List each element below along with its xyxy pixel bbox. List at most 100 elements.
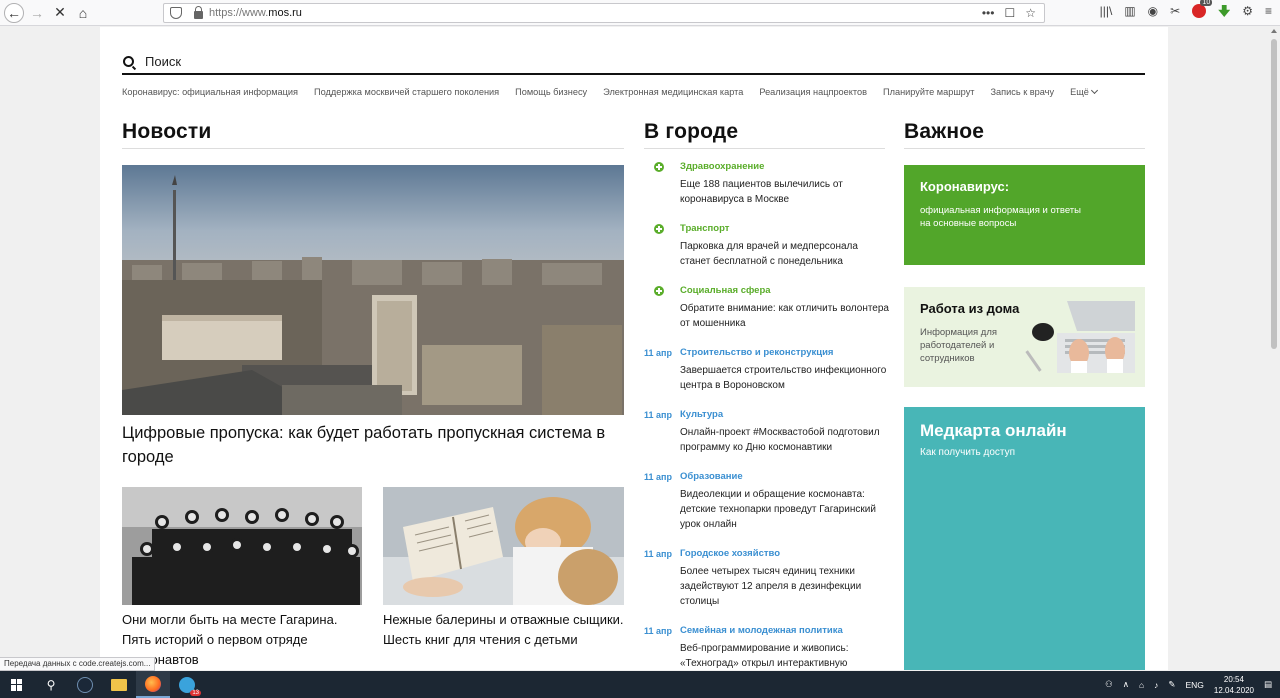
- screenshot-icon[interactable]: ✂: [1170, 4, 1180, 18]
- city-news-list: Здравоохранение Еще 188 пациентов вылечи…: [644, 161, 889, 670]
- menu-icon[interactable]: ≡: [1265, 4, 1272, 18]
- city-news-item[interactable]: 11 апр Семейная и молодежная политика Ве…: [644, 625, 889, 670]
- medcard-online-desc: Как получить доступ: [920, 447, 1015, 458]
- home-button[interactable]: ⌂: [73, 3, 93, 23]
- language-indicator[interactable]: ENG: [1186, 680, 1204, 690]
- network-icon[interactable]: ⌂: [1139, 680, 1144, 690]
- page-actions-icon[interactable]: •••: [982, 6, 995, 20]
- city-news-item[interactable]: Социальная сфера Обратите внимание: как …: [644, 285, 889, 331]
- address-bar[interactable]: https://www.mos.ru ••• ☐ ☆: [163, 3, 1045, 23]
- download-extension-icon[interactable]: [1218, 5, 1231, 17]
- pen-tray-icon[interactable]: ✎: [1168, 679, 1175, 690]
- windows-logo-icon: [11, 678, 23, 691]
- city-news-text[interactable]: Еще 188 пациентов вылечились от коронави…: [680, 177, 889, 207]
- city-heading[interactable]: В городе: [644, 120, 738, 144]
- quicklink-elderly-support[interactable]: Поддержка москвичей старшего поколения: [314, 87, 499, 97]
- city-news-category[interactable]: Транспорт: [680, 223, 889, 234]
- medcard-online-card[interactable]: Медкарта онлайн Как получить доступ: [904, 407, 1145, 670]
- city-news-item[interactable]: Здравоохранение Еще 188 пациентов вылечи…: [644, 161, 889, 207]
- pocket-icon[interactable]: ☐: [1004, 6, 1015, 20]
- city-news-category[interactable]: Культура: [680, 409, 889, 420]
- city-news-item[interactable]: 11 апр Культура Онлайн-проект #Москвасто…: [644, 409, 889, 455]
- clock-time: 20:54: [1223, 674, 1244, 684]
- city-news-category[interactable]: Городское хозяйство: [680, 548, 889, 559]
- search-input[interactable]: Поиск: [145, 54, 181, 69]
- back-button[interactable]: ←: [4, 2, 24, 23]
- quicklink-coronavirus[interactable]: Коронавирус: официальная информация: [122, 87, 298, 97]
- plus-circle-icon: [654, 224, 664, 234]
- stop-button[interactable]: ✕: [50, 3, 70, 23]
- notifications-icon[interactable]: ▤: [1264, 679, 1272, 690]
- city-news-text[interactable]: Веб-программирование и живопись: «Техног…: [680, 641, 889, 670]
- city-news-text[interactable]: Онлайн-проект #Москвастобой подготовил п…: [680, 425, 889, 455]
- quicklink-route-planner[interactable]: Планируйте маршрут: [883, 87, 975, 97]
- telegram-badge: 13: [190, 689, 201, 696]
- cosmonauts-group-image: [122, 487, 362, 605]
- news-heading[interactable]: Новости: [122, 120, 211, 144]
- browser-toolbar: ← → ✕ ⌂ https://www.mos.ru ••• ☐ ☆ |||\ …: [0, 0, 1280, 26]
- reading-photo[interactable]: [383, 487, 624, 605]
- system-tray: ⚇ ∧ ⌂ ♪ ✎ ENG 20:54 12.04.2020 ▤: [1105, 671, 1280, 698]
- start-button[interactable]: [0, 671, 34, 698]
- quicklink-business-help[interactable]: Помощь бизнесу: [515, 87, 587, 97]
- city-news-text[interactable]: Обратите внимание: как отличить волонтер…: [680, 301, 889, 331]
- city-news-item[interactable]: 11 апр Городское хозяйство Более четырех…: [644, 548, 889, 609]
- bookmark-star-icon[interactable]: ☆: [1025, 6, 1036, 20]
- city-news-item[interactable]: Транспорт Парковка для врачей и медперсо…: [644, 223, 889, 269]
- search-taskbar-icon[interactable]: ⚲: [34, 671, 68, 698]
- quicklink-national-projects[interactable]: Реализация нацпроектов: [759, 87, 867, 97]
- coronavirus-card[interactable]: Коронавирус: официальная информация и от…: [904, 165, 1145, 265]
- city-news-text[interactable]: Более четырех тысяч единиц техники задей…: [680, 564, 889, 609]
- coronavirus-card-title: Коронавирус:: [920, 179, 1010, 194]
- mother-child-reading-image: [383, 487, 624, 605]
- coffee-mug-image: [1032, 323, 1054, 341]
- city-news-item[interactable]: 11 апр Строительство и реконструкция Зав…: [644, 347, 889, 393]
- firefox-taskbar-icon[interactable]: [136, 671, 170, 698]
- city-news-date: 11 апр: [644, 626, 672, 636]
- hero-news-image[interactable]: [122, 165, 624, 415]
- telegram-taskbar-icon[interactable]: 13: [170, 671, 204, 698]
- city-news-category[interactable]: Здравоохранение: [680, 161, 889, 172]
- quicklink-medical-card[interactable]: Электронная медицинская карта: [603, 87, 743, 97]
- work-from-home-card[interactable]: Работа из дома Информация для работодате…: [904, 287, 1145, 387]
- page-scrollbar[interactable]: [1268, 27, 1280, 670]
- city-divider: [644, 148, 885, 149]
- people-icon[interactable]: ⚇: [1105, 679, 1113, 690]
- account-icon[interactable]: ◉: [1148, 4, 1158, 18]
- city-news-text[interactable]: Завершается строительство инфекционного …: [680, 363, 889, 393]
- tracking-protection-icon[interactable]: [170, 7, 182, 19]
- forward-button[interactable]: →: [27, 3, 47, 23]
- quicklink-doctor-appointment[interactable]: Запись к врачу: [991, 87, 1055, 97]
- city-news-category[interactable]: Строительство и реконструкция: [680, 347, 889, 358]
- city-news-category[interactable]: Социальная сфера: [680, 285, 889, 296]
- city-news-text[interactable]: Видеолекции и обращение космонавта: детс…: [680, 487, 889, 532]
- city-news-text[interactable]: Парковка для врачей и медперсонала стане…: [680, 239, 889, 269]
- lock-icon[interactable]: [194, 6, 203, 19]
- clock[interactable]: 20:54 12.04.2020: [1214, 674, 1254, 696]
- tray-chevron-icon[interactable]: ∧: [1123, 679, 1129, 690]
- plus-circle-icon: [654, 162, 664, 172]
- laptop-hands-image: [1057, 301, 1135, 373]
- hero-news-caption[interactable]: Цифровые пропуска: как будет работать пр…: [122, 421, 624, 469]
- news-divider: [122, 148, 624, 149]
- scroll-up-icon[interactable]: [1271, 29, 1277, 33]
- sidebar-icon[interactable]: ▥: [1124, 4, 1135, 18]
- plus-circle-icon: [654, 286, 664, 296]
- file-explorer-taskbar-icon[interactable]: [102, 671, 136, 698]
- scrollbar-thumb[interactable]: [1271, 39, 1277, 349]
- library-icon[interactable]: |||\: [1100, 4, 1113, 18]
- city-news-item[interactable]: 11 апр Образование Видеолекции и обращен…: [644, 471, 889, 532]
- extension-badge-icon[interactable]: 10: [1192, 0, 1213, 18]
- city-news-date: 11 апр: [644, 348, 672, 358]
- quicklinks-more-button[interactable]: Ещё: [1070, 86, 1098, 97]
- cosmonauts-news-caption[interactable]: Они могли быть на месте Гагарина. Пять и…: [122, 610, 367, 670]
- steam-taskbar-icon[interactable]: [68, 671, 102, 698]
- volume-icon[interactable]: ♪: [1154, 680, 1158, 690]
- search-bar[interactable]: Поиск: [122, 49, 1145, 75]
- search-icon[interactable]: [123, 55, 134, 67]
- cosmonauts-photo[interactable]: [122, 487, 362, 605]
- books-news-caption[interactable]: Нежные балерины и отважные сыщики. Шесть…: [383, 610, 628, 650]
- extensions-icon[interactable]: ⚙: [1242, 4, 1253, 18]
- city-news-category[interactable]: Семейная и молодежная политика: [680, 625, 889, 636]
- city-news-category[interactable]: Образование: [680, 471, 889, 482]
